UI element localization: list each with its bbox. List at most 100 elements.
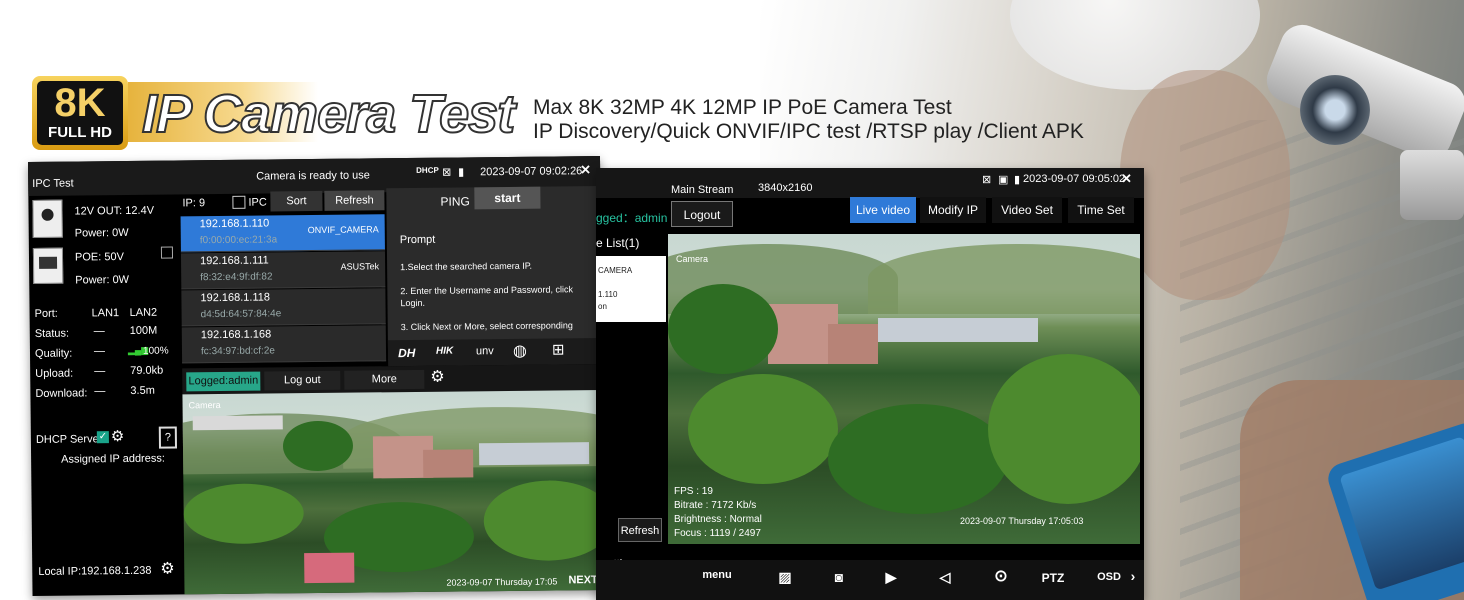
ipc-test-screen: IPC Test Camera is ready to use DHCP ⊠ ▮… xyxy=(28,156,605,596)
more-button[interactable]: More xyxy=(344,369,425,390)
device-name: ASUSTek xyxy=(340,261,380,272)
lan2-header: LAN2 xyxy=(129,306,158,319)
device-name: ONVIF_CAMERA xyxy=(307,224,379,236)
row-lan2: 3.5m xyxy=(130,384,155,397)
camera-video-feed[interactable]: Camera 2023-09-07 Thursday 17:05 NEXT xyxy=(182,389,605,595)
prompt-step-1: 1.Select the searched camera IP. xyxy=(400,260,533,273)
row-label: Status: xyxy=(34,327,70,340)
device-row[interactable]: 192.168.1.110 f0:00:00:ec:21:3a ONVIF_CA… xyxy=(180,214,385,253)
next-button[interactable]: NEXT xyxy=(568,574,597,586)
live-video-feed[interactable]: Camera FPS : 19 Bitrate : 7172 Kb/s Brig… xyxy=(668,234,1140,544)
row-lan1: — xyxy=(93,345,106,358)
prompt-title: Prompt xyxy=(399,233,436,247)
brand-bar xyxy=(387,338,603,367)
row-label: Upload: xyxy=(35,367,74,380)
prompt-step-2b: Login. xyxy=(400,297,426,309)
prompt-step-3: 3. Click Next or More, select correspond… xyxy=(400,320,573,333)
close-icon[interactable]: ✕ xyxy=(580,162,591,178)
video-record-icon[interactable]: ▶ xyxy=(876,569,906,586)
row-lan1: — xyxy=(94,365,106,378)
device-list-header: e List(1) xyxy=(596,236,640,250)
poe-power: Power: 0W xyxy=(75,273,130,287)
logout-button[interactable]: Log out xyxy=(264,370,341,391)
dc-out-power: Power: 0W xyxy=(74,226,129,240)
gear-icon[interactable]: ⚙ xyxy=(430,367,445,387)
lan1-header: LAN1 xyxy=(91,307,120,320)
brand-unv[interactable]: unv xyxy=(476,345,494,357)
8k-badge: 8K FULL HD xyxy=(32,76,128,150)
poe-port-icon xyxy=(32,247,64,284)
stream-label: Main Stream xyxy=(671,184,734,196)
cctv-camera-mount xyxy=(1400,150,1464,220)
row-label: Quality: xyxy=(34,347,73,360)
clock: 2023-09-07 09:02:26 xyxy=(480,165,583,179)
dhcp-indicator: DHCP xyxy=(416,165,439,175)
brand-hik[interactable]: HIK xyxy=(436,346,453,357)
main-stream-screen: Main Stream 3840x2160 ⊠ ▣ ▮ 2023-09-07 0… xyxy=(596,168,1144,600)
fps-readout: FPS : 19 xyxy=(674,486,713,497)
device-card[interactable]: CAMERA 1.110 on xyxy=(596,256,666,322)
row-lan2: 79.0kb xyxy=(130,364,164,377)
menu-button[interactable]: menu xyxy=(702,569,732,581)
brightness-readout: Brightness : Normal xyxy=(674,514,762,525)
tab-time-set[interactable]: Time Set xyxy=(1068,197,1134,223)
device-row[interactable]: 192.168.1.111 f8:32:e4:9f:df:82 ASUSTek xyxy=(180,251,386,290)
ip-count: IP: 9 xyxy=(182,197,206,210)
badge-8k-text: 8K xyxy=(54,81,106,125)
bottom-toolbar: menu ▨ ◙ ▶ ◁ ⊙ PTZ OSD › xyxy=(596,560,1144,600)
ptz-button[interactable]: PTZ xyxy=(1038,571,1068,585)
tab-video-set[interactable]: Video Set xyxy=(992,197,1062,223)
banner-title: IP Camera Test xyxy=(141,83,516,145)
row-label: Download: xyxy=(35,387,88,400)
video-label: Camera xyxy=(188,399,221,411)
close-icon[interactable]: ✕ xyxy=(1121,171,1132,187)
device-ip: 192.168.1.118 xyxy=(200,291,271,305)
device-ip: 192.168.1.110 xyxy=(199,217,270,231)
tab-live-video[interactable]: Live video xyxy=(850,197,916,223)
prompt-step-2: 2. Enter the Username and Password, clic… xyxy=(400,284,573,297)
chevron-right-icon[interactable]: › xyxy=(1118,568,1148,584)
device-row[interactable]: 192.168.1.168 fc:34:97:bd:cf:2e xyxy=(181,325,387,364)
device-row[interactable]: 192.168.1.118 d4:5d:64:57:84:4e xyxy=(181,288,386,327)
help-book-icon[interactable]: ? xyxy=(158,426,178,449)
tab-modify-ip[interactable]: Modify IP xyxy=(920,197,986,223)
dhcp-checkbox[interactable]: ✓ xyxy=(96,431,109,444)
logout-button[interactable]: Logout xyxy=(671,201,733,227)
video-timestamp: 2023-09-07 Thursday 17:05 xyxy=(446,576,558,588)
refresh-button[interactable]: Refresh xyxy=(618,518,662,542)
logged-status: Logged:admin xyxy=(186,371,261,392)
poe-checkbox[interactable] xyxy=(160,246,174,259)
device-state: on xyxy=(598,302,607,311)
row-lan2: 100M xyxy=(129,324,158,337)
network-icon[interactable]: ⊞ xyxy=(552,340,565,358)
resolution-label: 3840x2160 xyxy=(758,182,813,194)
refresh-button[interactable]: Refresh xyxy=(324,190,385,211)
device-ip: 192.168.1.168 xyxy=(200,328,272,342)
battery-icon: ▮ xyxy=(1014,174,1021,186)
dc-power-icon xyxy=(32,199,63,238)
ping-start-button[interactable]: start xyxy=(474,186,541,210)
play-circle-icon[interactable]: ⊙ xyxy=(986,566,1016,586)
screen-title: IPC Test xyxy=(32,177,74,190)
cctv-camera-lens xyxy=(1300,75,1370,145)
onvif-globe-icon[interactable]: ◍ xyxy=(513,341,527,361)
banner-line-2: IP Discovery/Quick ONVIF/IPC test /RTSP … xyxy=(533,120,1084,143)
status-message: Camera is ready to use xyxy=(256,169,370,183)
worker-face xyxy=(1120,70,1290,300)
sort-button[interactable]: Sort xyxy=(270,190,323,212)
wifi-off-icon: ⊠ xyxy=(442,166,452,179)
camera-snapshot-icon[interactable]: ◙ xyxy=(824,569,854,585)
dc-out-voltage: 12V OUT: 12.4V xyxy=(74,204,155,218)
gallery-icon[interactable]: ▨ xyxy=(770,569,800,586)
bitrate-readout: Bitrate : 7172 Kb/s xyxy=(674,500,757,511)
logged-status: gged：admin xyxy=(596,211,668,225)
brand-dh[interactable]: DH xyxy=(398,346,415,360)
video-timestamp: 2023-09-07 Thursday 17:05:03 xyxy=(960,516,1084,526)
settings-gear-icon[interactable]: ⚙ xyxy=(160,558,175,578)
port-header: Port: xyxy=(34,307,58,320)
device-ip: 1.110 xyxy=(598,290,618,299)
row-lan1: — xyxy=(93,325,105,338)
mute-icon[interactable]: ◁ xyxy=(930,569,960,586)
ipc-filter-checkbox[interactable] xyxy=(232,195,246,209)
gear-icon[interactable]: ⚙ xyxy=(111,427,125,445)
